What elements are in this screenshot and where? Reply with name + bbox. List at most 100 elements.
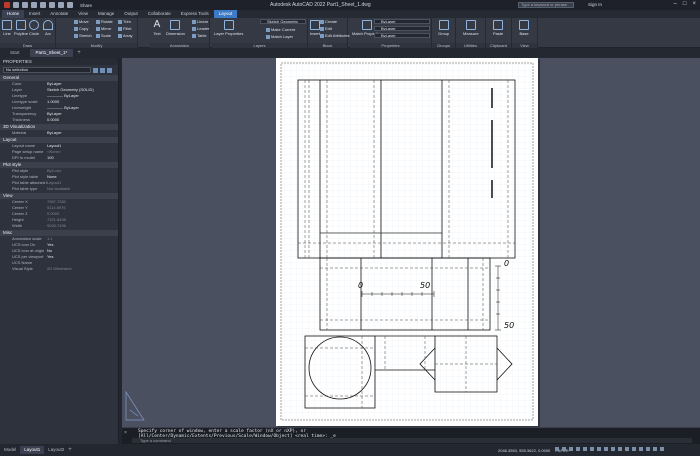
undo-icon[interactable]	[58, 2, 64, 8]
linetype-dropdown[interactable]: ByLayer	[374, 26, 430, 31]
close-icon[interactable]: ×	[692, 1, 696, 7]
save-icon[interactable]	[31, 2, 37, 8]
minimize-icon[interactable]: –	[674, 1, 677, 7]
property-row[interactable]: Width 9020.7496	[0, 223, 118, 229]
rotate-button[interactable]: Rotate	[96, 19, 113, 24]
tab-manage[interactable]: Manage	[93, 10, 119, 18]
customization-icon[interactable]	[625, 447, 629, 451]
osnap-toggle-icon[interactable]	[583, 447, 587, 451]
isolate-objects-icon[interactable]	[611, 447, 615, 451]
tab-express-tools[interactable]: Express Tools	[176, 10, 214, 18]
move-button[interactable]: Move	[74, 19, 89, 24]
plot-icon[interactable]	[49, 2, 55, 8]
measure-button[interactable]: Measure	[463, 20, 479, 36]
match-layer-button[interactable]: Match Layer	[266, 34, 293, 39]
menu-icon[interactable]	[660, 447, 664, 451]
selection-cycling-icon[interactable]	[653, 447, 657, 451]
layer-properties-button[interactable]: Layer Properties	[214, 20, 243, 36]
add-layout-icon[interactable]: +	[68, 447, 72, 453]
tab-layout1[interactable]: Layout1	[20, 446, 45, 454]
polyline-button[interactable]: Polyline	[14, 20, 28, 36]
app-menu-icon[interactable]	[4, 2, 10, 8]
toggle-pickadd-icon[interactable]	[93, 68, 98, 73]
arc-button[interactable]: Arc	[43, 20, 53, 36]
units-icon[interactable]	[639, 447, 643, 451]
base-button[interactable]: Base	[519, 20, 529, 36]
scale-button[interactable]: Scale	[96, 33, 111, 38]
property-row[interactable]: DPI to model 100	[0, 155, 118, 161]
property-value[interactable]: Not available	[47, 186, 118, 192]
ortho-toggle-icon[interactable]	[569, 447, 573, 451]
make-current-button[interactable]: Make Current	[266, 27, 295, 32]
fillet-button[interactable]: Fillet	[118, 26, 131, 31]
document-tabs: Start Part1_Sheet_1* +	[0, 48, 700, 58]
tab-annotate[interactable]: Annotate	[45, 10, 73, 18]
color-dropdown[interactable]: ByLayer	[374, 19, 430, 24]
tab-output[interactable]: Output	[119, 10, 143, 18]
leader-button[interactable]: Leader	[192, 26, 209, 31]
property-value[interactable]: 2D Wireframe	[47, 266, 118, 272]
property-value[interactable]: 100	[47, 155, 118, 161]
selection-dropdown[interactable]: No selection	[3, 67, 91, 73]
annotation-scale-icon[interactable]	[597, 447, 601, 451]
mirror-button[interactable]: Mirror	[96, 26, 111, 31]
copy-button[interactable]: Copy	[74, 26, 88, 31]
redo-icon[interactable]	[67, 2, 73, 8]
property-value[interactable]: ByLayer	[47, 130, 118, 136]
quick-select-icon[interactable]	[107, 68, 112, 73]
stretch-button[interactable]: Stretch	[74, 33, 92, 38]
property-row[interactable]: Material ByLayer	[0, 130, 118, 136]
new-icon[interactable]	[13, 2, 19, 8]
property-value[interactable]: 9020.7496	[47, 223, 118, 229]
search-input[interactable]: Type a keyword or phrase	[518, 2, 574, 8]
polar-toggle-icon[interactable]	[576, 447, 580, 451]
new-tab-icon[interactable]: +	[77, 50, 81, 56]
layout-viewport[interactable]: 0 50 0 50	[122, 58, 700, 427]
hardware-acceleration-icon[interactable]	[632, 447, 636, 451]
paste-button[interactable]: Paste	[493, 20, 503, 36]
property-row[interactable]: Visual Style 2D Wireframe	[0, 266, 118, 272]
quick-properties-icon[interactable]	[646, 447, 650, 451]
share-label[interactable]: Share	[80, 3, 92, 8]
sign-in-button[interactable]: Sign In	[588, 2, 602, 7]
dimension-button[interactable]: Dimension	[166, 20, 185, 36]
property-row[interactable]: Thickness 0.0000	[0, 117, 118, 123]
tab-layout[interactable]: Layout	[213, 10, 238, 18]
lineweight-dropdown[interactable]: ByLayer	[374, 33, 430, 38]
linear-button[interactable]: Linear	[192, 19, 208, 24]
lineweight-toggle-icon[interactable]	[590, 447, 594, 451]
save-as-icon[interactable]	[40, 2, 46, 8]
text-button[interactable]: A Text	[152, 20, 162, 37]
tab-start[interactable]: Start	[4, 49, 26, 57]
tab-model[interactable]: Model	[0, 446, 20, 454]
line-button[interactable]: Line	[2, 20, 12, 36]
tab-view[interactable]: View	[73, 10, 93, 18]
tab-home[interactable]: Home	[2, 10, 25, 18]
clean-screen-icon[interactable]	[618, 447, 622, 451]
circle-button[interactable]: Circle	[29, 20, 39, 36]
edit-attributes-button[interactable]: Edit Attributes	[320, 33, 350, 38]
drawing-canvas[interactable]: 0 50 0 50	[122, 58, 700, 427]
grid-toggle-icon[interactable]	[555, 447, 559, 451]
property-value[interactable]: 0.0000	[47, 117, 118, 123]
tab-drawing[interactable]: Part1_Sheet_1*	[29, 49, 74, 57]
select-objects-icon[interactable]	[100, 68, 105, 73]
layer-dropdown[interactable]: Sketch Geometry	[260, 19, 306, 24]
group-button[interactable]: Group	[438, 20, 449, 36]
create-block-button[interactable]: Create	[320, 19, 337, 24]
edit-block-button[interactable]: Edit	[320, 26, 332, 31]
table-button[interactable]: Table	[192, 33, 207, 38]
tab-layout2[interactable]: Layout2	[44, 446, 68, 454]
property-row[interactable]: Plot table type Not available	[0, 186, 118, 192]
array-button[interactable]: Array	[118, 33, 133, 38]
trim-button[interactable]: Trim	[118, 19, 131, 24]
maximize-icon[interactable]: □	[683, 1, 687, 7]
insert-block-button[interactable]: Insert	[310, 20, 320, 36]
open-icon[interactable]	[22, 2, 28, 8]
workspace-icon[interactable]	[604, 447, 608, 451]
tab-insert[interactable]: Insert	[24, 10, 45, 18]
snap-toggle-icon[interactable]	[562, 447, 566, 451]
command-input[interactable]: Type a command	[132, 438, 692, 443]
tab-collaborate[interactable]: Collaborate	[143, 10, 176, 18]
close-command-icon[interactable]: ×	[124, 430, 127, 436]
